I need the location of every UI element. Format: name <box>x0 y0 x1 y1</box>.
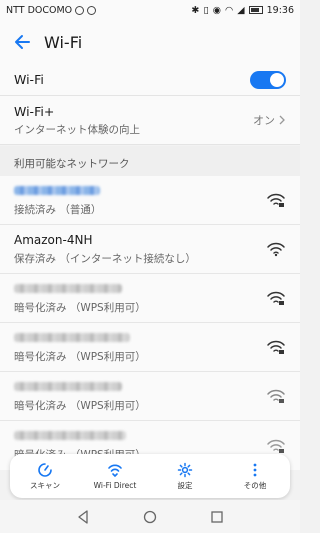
wifi-direct-button[interactable]: Wi-Fi Direct <box>80 454 150 498</box>
wifi-toggle[interactable] <box>250 70 286 89</box>
obscured-network-name <box>14 431 126 440</box>
scan-icon <box>38 462 52 477</box>
status-time: 19:36 <box>266 4 294 16</box>
obscured-network-name <box>14 381 122 391</box>
obscured-network-name <box>14 332 130 342</box>
network-status: 暗号化済み （WPS利用可） <box>14 350 146 363</box>
obscured-network-name <box>14 185 100 195</box>
obscured-network-name <box>14 283 122 293</box>
eye-icon: ◉ <box>212 4 221 16</box>
network-item[interactable]: 暗号化済み （WPS利用可） <box>0 372 300 421</box>
app-header: Wi-Fi <box>0 20 300 64</box>
wifiplus-row[interactable]: Wi-Fi+ インターネット体験の向上 オン <box>0 96 300 145</box>
notification-icon <box>87 5 97 15</box>
system-nav-bar <box>0 500 300 533</box>
settings-button[interactable]: 設定 <box>150 454 220 498</box>
bottom-action-bar: スキャン Wi-Fi Direct 設定 その他 <box>10 454 290 498</box>
wifi-status-icon: ◠ <box>225 4 234 16</box>
wifiplus-value: オン <box>253 114 275 127</box>
network-status: 暗号化済み （WPS利用可） <box>14 399 146 412</box>
wifi-locked-icon <box>267 389 285 403</box>
wifi-direct-label: Wi-Fi Direct <box>93 480 137 490</box>
network-item[interactable]: 暗号化済み （WPS利用可） <box>0 274 300 323</box>
nav-recents-icon[interactable] <box>207 507 227 527</box>
wifiplus-description: インターネット体験の向上 <box>14 123 140 136</box>
bluetooth-icon: ✱ <box>191 4 200 16</box>
carrier-label: NTT DOCOMO <box>6 4 73 16</box>
scan-label: スキャン <box>30 480 60 490</box>
battery-icon <box>248 6 263 14</box>
network-status: 暗号化済み （WPS利用可） <box>14 301 146 314</box>
signal-icon: ◢ <box>237 4 245 16</box>
network-item[interactable]: 接続済み （普通） <box>0 176 300 225</box>
chevron-right-icon <box>279 115 285 125</box>
more-vert-icon <box>253 463 257 476</box>
network-item[interactable]: 暗号化済み （WPS利用可） <box>0 323 300 372</box>
gear-icon <box>177 462 193 477</box>
network-status: 保存済み （インターネット接続なし） <box>14 252 196 265</box>
network-list: 接続済み （普通） Amazon-4NH 保存済み （インターネット接続なし） … <box>0 176 300 470</box>
scan-button[interactable]: スキャン <box>10 454 80 498</box>
page-title: Wi-Fi <box>44 32 83 52</box>
nav-back-icon[interactable] <box>73 507 93 527</box>
section-header: 利用可能なネットワーク <box>0 146 300 176</box>
wifi-label: Wi-Fi <box>14 72 44 87</box>
status-bar: NTT DOCOMO ✱ ▯ ◉ ◠ ◢ 19:36 <box>0 0 300 20</box>
wifi-locked-icon <box>267 439 285 453</box>
wifi-locked-icon <box>267 340 285 354</box>
network-item[interactable]: Amazon-4NH 保存済み （インターネット接続なし） <box>0 225 300 274</box>
vibrate-icon: ▯ <box>203 4 209 16</box>
network-status: 接続済み （普通） <box>14 203 102 216</box>
back-arrow-icon[interactable] <box>0 20 44 64</box>
notification-icon <box>75 5 85 15</box>
wifi-settings: Wi-Fi Wi-Fi+ インターネット体験の向上 オン <box>0 64 300 145</box>
network-name: Amazon-4NH <box>14 232 93 247</box>
wifi-locked-icon <box>267 193 285 207</box>
nav-home-icon[interactable] <box>140 507 160 527</box>
wifi-icon <box>267 242 285 257</box>
wifiplus-label: Wi-Fi+ <box>14 103 55 119</box>
more-button[interactable]: その他 <box>220 454 290 498</box>
more-label: その他 <box>243 480 267 490</box>
wifi-locked-icon <box>267 291 285 305</box>
settings-label: 設定 <box>177 480 193 490</box>
wifi-toggle-row[interactable]: Wi-Fi <box>0 64 300 96</box>
wifi-direct-icon <box>108 463 122 477</box>
